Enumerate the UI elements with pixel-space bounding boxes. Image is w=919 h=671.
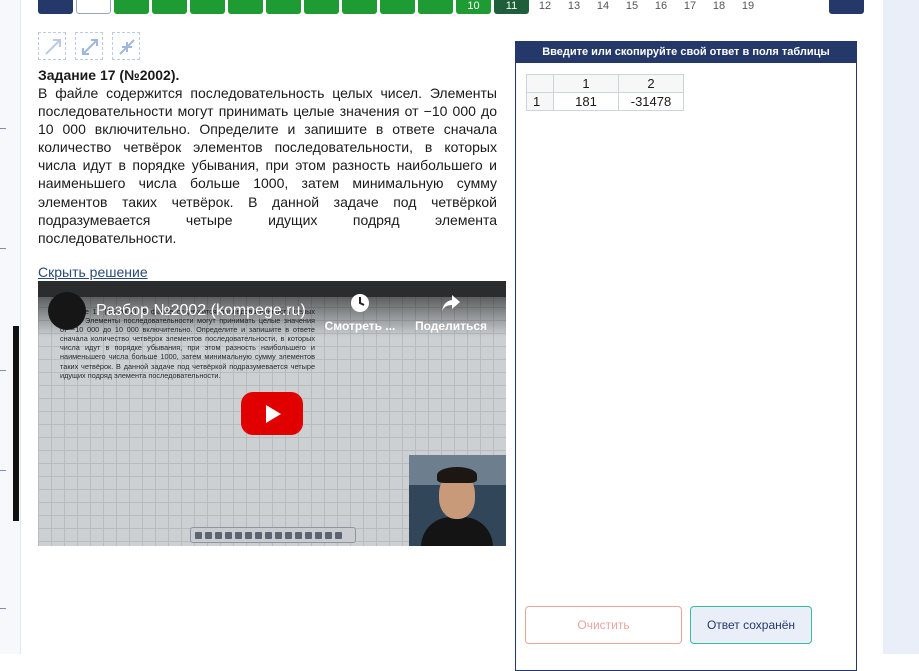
column-header: 1: [553, 74, 619, 93]
sidebar-marker: [0, 128, 6, 129]
task-statement: В файле содержится последовательность це…: [38, 85, 497, 246]
answer-panel-header: Введите или скопируйте свой ответ в поля…: [516, 42, 856, 63]
page-button[interactable]: 16: [648, 0, 674, 14]
page-button[interactable]: 13: [561, 0, 587, 14]
page-button[interactable]: [342, 0, 377, 14]
answer-table: 1 2 1 181 -31478: [526, 74, 684, 111]
page-button[interactable]: 17: [677, 0, 703, 14]
page-button[interactable]: [38, 0, 73, 14]
answer-cell[interactable]: 181: [553, 92, 619, 111]
page-button[interactable]: 10: [456, 0, 491, 14]
page-button[interactable]: 19: [735, 0, 761, 14]
collapse-icon[interactable]: [112, 32, 140, 60]
next-page-button[interactable]: [829, 0, 864, 14]
answer-panel: Введите или скопируйте свой ответ в поля…: [515, 41, 857, 671]
play-button-icon[interactable]: [241, 392, 303, 435]
hide-solution-link[interactable]: Скрыть решение: [38, 264, 148, 280]
fullscreen-enter-icon[interactable]: [38, 32, 66, 60]
answer-cell[interactable]: -31478: [618, 92, 684, 111]
page-button[interactable]: 11: [494, 0, 529, 14]
right-page-edge: [883, 0, 919, 654]
watch-later-label: Смотреть ...: [324, 319, 396, 333]
page-button[interactable]: 12: [532, 0, 558, 14]
page-button[interactable]: 14: [590, 0, 616, 14]
sidebar-scroll-indicator: [13, 326, 19, 521]
table-corner: [526, 74, 554, 93]
column-header: 2: [618, 74, 684, 93]
page-button[interactable]: [76, 0, 111, 14]
page-button[interactable]: [380, 0, 415, 14]
video-player[interactable]: Задание 17 (№2002). В файле содержится п…: [38, 281, 506, 546]
page-button[interactable]: 18: [706, 0, 732, 14]
task-pagination: 10 11 12 13 14 15 16 17 18 19: [38, 0, 864, 14]
answer-saved-button[interactable]: Ответ сохранён: [690, 606, 812, 644]
drawing-toolbar: [190, 527, 356, 543]
sidebar-marker: [0, 470, 6, 471]
view-toolbar: [38, 32, 140, 60]
page-button[interactable]: [228, 0, 263, 14]
page-button[interactable]: 15: [619, 0, 645, 14]
page-button[interactable]: [418, 0, 453, 14]
page-button[interactable]: [304, 0, 339, 14]
row-header: 1: [526, 92, 554, 111]
share-button[interactable]: Поделиться: [412, 293, 490, 333]
expand-icon[interactable]: [75, 32, 103, 60]
clock-icon: [351, 294, 369, 312]
left-sidebar-edge: [0, 0, 21, 654]
page-button[interactable]: [266, 0, 301, 14]
watch-later-button[interactable]: Смотреть ...: [324, 293, 396, 333]
page-button[interactable]: [114, 0, 149, 14]
page-button[interactable]: [152, 0, 187, 14]
task-title: Задание 17 (№2002).: [38, 67, 180, 83]
video-title[interactable]: Разбор №2002 (kompege.ru): [96, 302, 306, 320]
clear-button[interactable]: Очистить: [525, 606, 682, 644]
share-label: Поделиться: [414, 319, 488, 333]
table-row: 1 181 -31478: [526, 92, 684, 111]
sidebar-marker: [0, 370, 6, 371]
page-button[interactable]: [190, 0, 225, 14]
sidebar-marker: [0, 608, 6, 609]
sidebar-marker: [0, 248, 6, 249]
share-icon: [442, 295, 460, 311]
presenter-webcam: [409, 455, 506, 546]
channel-avatar[interactable]: [48, 292, 86, 330]
